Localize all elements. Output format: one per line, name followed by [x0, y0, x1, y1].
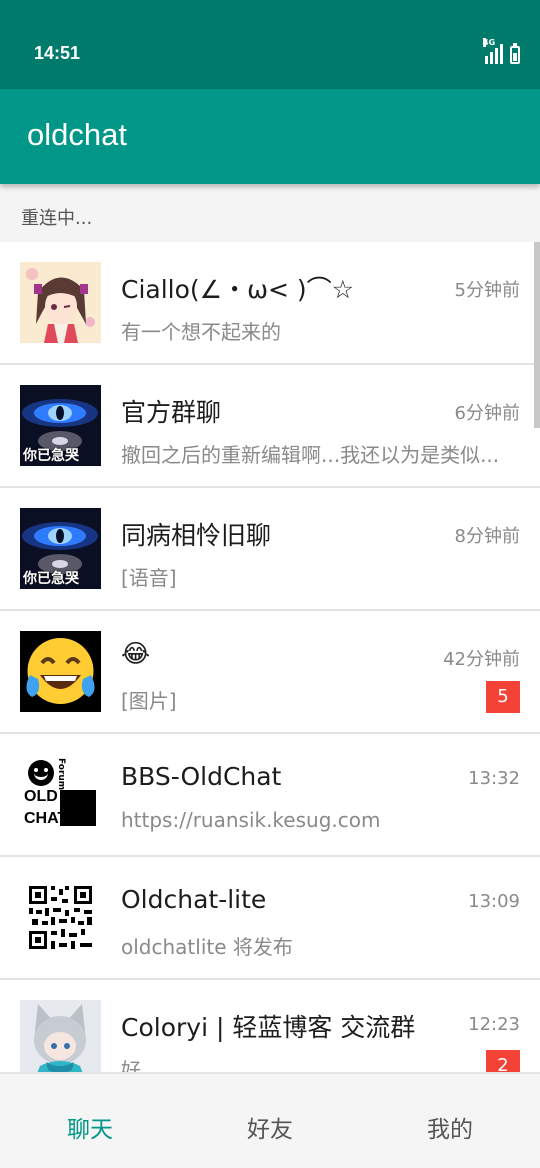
unread-badge: 5 — [486, 681, 520, 713]
unread-badge: 2 — [486, 1050, 520, 1072]
tears-of-joy-emoji-avatar — [20, 631, 101, 712]
anime-cat-boy-avatar — [20, 1000, 101, 1072]
signal-icon: 4G — [483, 38, 503, 64]
connection-status-text: 重连中... — [21, 208, 93, 229]
chat-list-item[interactable]: 😂 42分钟前 [图片] 5 — [0, 611, 540, 734]
chat-preview: https://ruansik.kesug.com — [121, 808, 381, 832]
chat-time: 13:09 — [468, 891, 520, 912]
status-time: 14:51 — [34, 43, 81, 63]
avatar-caption: 你已急哭 — [23, 448, 79, 464]
chat-time: 12:23 — [468, 1014, 520, 1035]
qr-code-avatar — [20, 877, 101, 958]
network-type: 4G — [483, 38, 496, 47]
chat-list-item[interactable]: Ciallo(∠・ω< )⌒☆ 5分钟前 有一个想不起来的 — [0, 242, 540, 365]
chat-time: 5分钟前 — [454, 280, 520, 301]
chat-name: 官方群聊 — [121, 398, 222, 427]
status-bar: 14:51 4G — [0, 0, 540, 89]
chat-preview: 有一个想不起来的 — [121, 320, 281, 344]
chat-list-item[interactable]: 你已急哭 官方群聊 6分钟前 撤回之后的重新编辑啊...我还以为是类似... — [0, 365, 540, 488]
forum-label: Forum — [56, 758, 66, 791]
tab-friends[interactable]: 好友 — [180, 1110, 360, 1144]
avatar-caption: 你已急哭 — [23, 571, 79, 587]
chat-name: BBS-OldChat — [121, 762, 282, 791]
connection-status-banner: 重连中... — [0, 184, 540, 242]
chat-preview: oldchatlite 将发布 — [121, 935, 293, 959]
chat-list[interactable]: Ciallo(∠・ω< )⌒☆ 5分钟前 有一个想不起来的 你已急哭 官方群聊 … — [0, 242, 540, 1072]
scrollbar[interactable] — [534, 242, 540, 428]
chat-preview: 撤回之后的重新编辑啊...我还以为是类似... — [121, 443, 500, 467]
battery-charging-icon — [510, 43, 520, 64]
chat-name: Oldchat-lite — [121, 885, 267, 914]
smiley-icon — [28, 760, 54, 786]
bottom-nav: 聊天 好友 我的 — [0, 1072, 540, 1168]
chat-list-item[interactable]: 你已急哭 同病相怜旧聊 8分钟前 [语音] — [0, 488, 540, 611]
chat-list-item[interactable]: Forum OLD CHAT BBS-OldChat 13:32 https:/… — [0, 734, 540, 857]
chat-list-item[interactable]: Coloryi | 轻蓝博客 交流群 12:23 好 2 — [0, 980, 540, 1072]
anime-girl-avatar — [20, 262, 101, 343]
chat-time: 8分钟前 — [454, 526, 520, 547]
chat-preview: [语音] — [121, 566, 177, 590]
app-bar: oldchat — [0, 89, 540, 184]
chat-name: Ciallo(∠・ω< )⌒☆ — [121, 275, 355, 304]
tab-chats[interactable]: 聊天 — [0, 1110, 180, 1144]
chat-preview: [图片] — [121, 689, 177, 713]
blue-eye-galaxy-avatar: 你已急哭 — [20, 508, 101, 589]
chat-name: 同病相怜旧聊 — [121, 521, 272, 550]
chat-time: 42分钟前 — [443, 649, 520, 670]
logo-line1: OLD — [24, 788, 58, 805]
chat-time: 6分钟前 — [454, 403, 520, 424]
chat-preview: 好 — [121, 1058, 141, 1072]
logo-line2: CHAT — [24, 810, 68, 827]
status-icons: 4G — [483, 38, 520, 64]
chat-name: 😂 — [121, 639, 151, 668]
blue-eye-galaxy-avatar: 你已急哭 — [20, 385, 101, 466]
chat-name: Coloryi | 轻蓝博客 交流群 — [121, 1013, 416, 1042]
chat-time: 13:32 — [468, 768, 520, 789]
chat-list-item[interactable]: Oldchat-lite 13:09 oldchatlite 将发布 — [0, 857, 540, 980]
tab-me[interactable]: 我的 — [360, 1110, 540, 1144]
app-title: oldchat — [27, 117, 127, 152]
oldchat-forum-logo-avatar: Forum OLD CHAT — [20, 754, 101, 835]
